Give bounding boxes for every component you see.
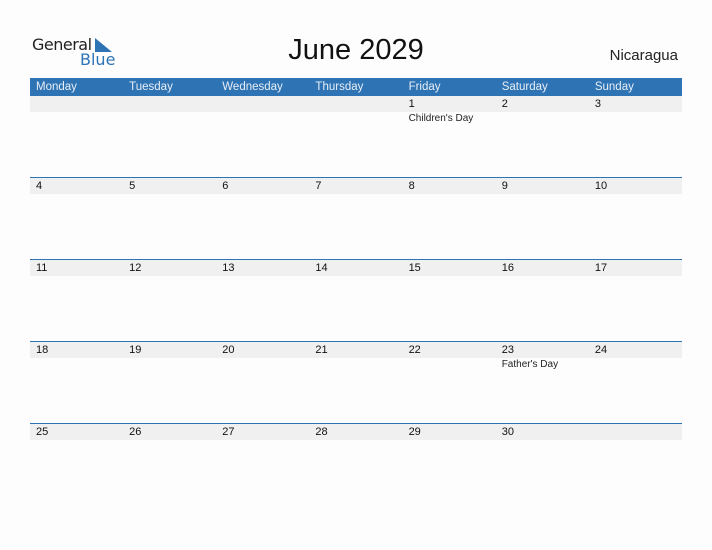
week-row: 1 2 3 Children's Day <box>30 96 682 177</box>
day-number-row: 25 26 27 28 29 30 <box>30 424 682 440</box>
holiday-label <box>589 440 682 441</box>
day-number-row: 11 12 13 14 15 16 17 <box>30 260 682 276</box>
weekday-monday: Monday <box>36 81 77 93</box>
day-number: 10 <box>594 180 608 192</box>
day-number <box>216 96 309 112</box>
day-number: 20 <box>222 344 235 356</box>
day-number: 17 <box>594 262 608 274</box>
day-number: 2 <box>501 98 508 110</box>
week-row: 11 12 13 14 15 16 17 <box>30 259 682 341</box>
day-number: 5 <box>129 180 136 192</box>
day-number <box>123 96 216 112</box>
holiday-label <box>30 358 123 370</box>
weekday-sunday: Sunday <box>594 81 634 93</box>
day-number: 14 <box>315 262 328 274</box>
weekday-header: Monday Tuesday Wednesday Thursday Friday… <box>30 78 682 96</box>
weekday-wednesday: Wednesday <box>222 81 283 93</box>
events-row <box>30 440 682 441</box>
holiday-label <box>496 194 589 195</box>
holiday-label: Children's Day <box>408 113 474 124</box>
holiday-label <box>589 112 682 124</box>
day-number: 21 <box>315 344 328 356</box>
day-number: 23 <box>501 344 514 356</box>
day-number: 30 <box>501 426 514 438</box>
day-number: 26 <box>129 426 142 438</box>
day-number: 24 <box>594 344 608 356</box>
day-number: 4 <box>36 180 43 192</box>
holiday-label <box>30 112 123 124</box>
day-number: 7 <box>315 180 322 192</box>
day-number: 8 <box>408 180 415 192</box>
day-number: 13 <box>222 262 235 274</box>
week-row: 25 26 27 28 29 30 <box>30 423 682 505</box>
holiday-label <box>123 112 216 124</box>
day-number: 11 <box>36 262 48 274</box>
day-number: 19 <box>129 344 142 356</box>
holiday-label <box>309 194 402 195</box>
day-number: 25 <box>36 426 49 438</box>
holiday-label <box>123 440 216 441</box>
events-row: Children's Day <box>30 112 682 124</box>
week-row: 18 19 20 21 22 23 24 Father's Day <box>30 341 682 423</box>
holiday-label <box>30 276 123 277</box>
day-number: 12 <box>129 262 142 274</box>
day-number: 29 <box>408 426 421 438</box>
holiday-label <box>216 112 309 124</box>
day-number: 6 <box>222 180 229 192</box>
day-number: 18 <box>36 344 49 356</box>
holiday-label <box>123 194 216 195</box>
holiday-label <box>403 440 496 441</box>
day-number <box>309 96 402 112</box>
day-number <box>589 424 682 440</box>
holiday-label <box>309 440 402 441</box>
holiday-label <box>403 194 496 195</box>
day-number: 16 <box>501 262 514 274</box>
holiday-label <box>403 358 496 370</box>
holiday-label <box>589 358 682 370</box>
calendar: Monday Tuesday Wednesday Thursday Friday… <box>30 78 682 505</box>
events-row: Father's Day <box>30 358 682 370</box>
holiday-label <box>496 112 589 124</box>
day-number <box>30 96 123 112</box>
weekday-tuesday: Tuesday <box>129 81 173 93</box>
country-label: Nicaragua <box>609 47 678 64</box>
holiday-label <box>216 358 309 370</box>
holiday-label: Father's Day <box>501 359 559 370</box>
holiday-label <box>30 194 123 195</box>
holiday-label <box>589 194 682 195</box>
weekday-thursday: Thursday <box>315 81 364 93</box>
weekday-saturday: Saturday <box>501 81 548 93</box>
holiday-label <box>216 276 309 277</box>
holiday-label <box>309 358 402 370</box>
holiday-label <box>496 276 589 277</box>
holiday-label <box>123 276 216 277</box>
weekday-friday: Friday <box>408 81 441 93</box>
day-number-row: 1 2 3 <box>30 96 682 112</box>
holiday-label <box>403 276 496 277</box>
day-number: 9 <box>501 180 508 192</box>
day-number: 22 <box>408 344 421 356</box>
holiday-label <box>30 440 123 441</box>
day-number: 3 <box>594 98 601 110</box>
holiday-label <box>589 276 682 277</box>
holiday-label <box>216 440 309 441</box>
day-number: 28 <box>315 426 328 438</box>
holiday-label <box>309 112 402 124</box>
day-number: 15 <box>408 262 421 274</box>
day-number-row: 4 5 6 7 8 9 10 <box>30 178 682 194</box>
day-number-row: 18 19 20 21 22 23 24 <box>30 342 682 358</box>
holiday-label <box>496 440 589 441</box>
events-row <box>30 276 682 277</box>
week-row: 4 5 6 7 8 9 10 <box>30 177 682 259</box>
day-number: 27 <box>222 426 235 438</box>
events-row <box>30 194 682 195</box>
holiday-label <box>123 358 216 370</box>
day-number: 1 <box>408 98 415 110</box>
holiday-label <box>309 276 402 277</box>
holiday-label <box>216 194 309 195</box>
page-title: June 2029 <box>288 34 424 66</box>
